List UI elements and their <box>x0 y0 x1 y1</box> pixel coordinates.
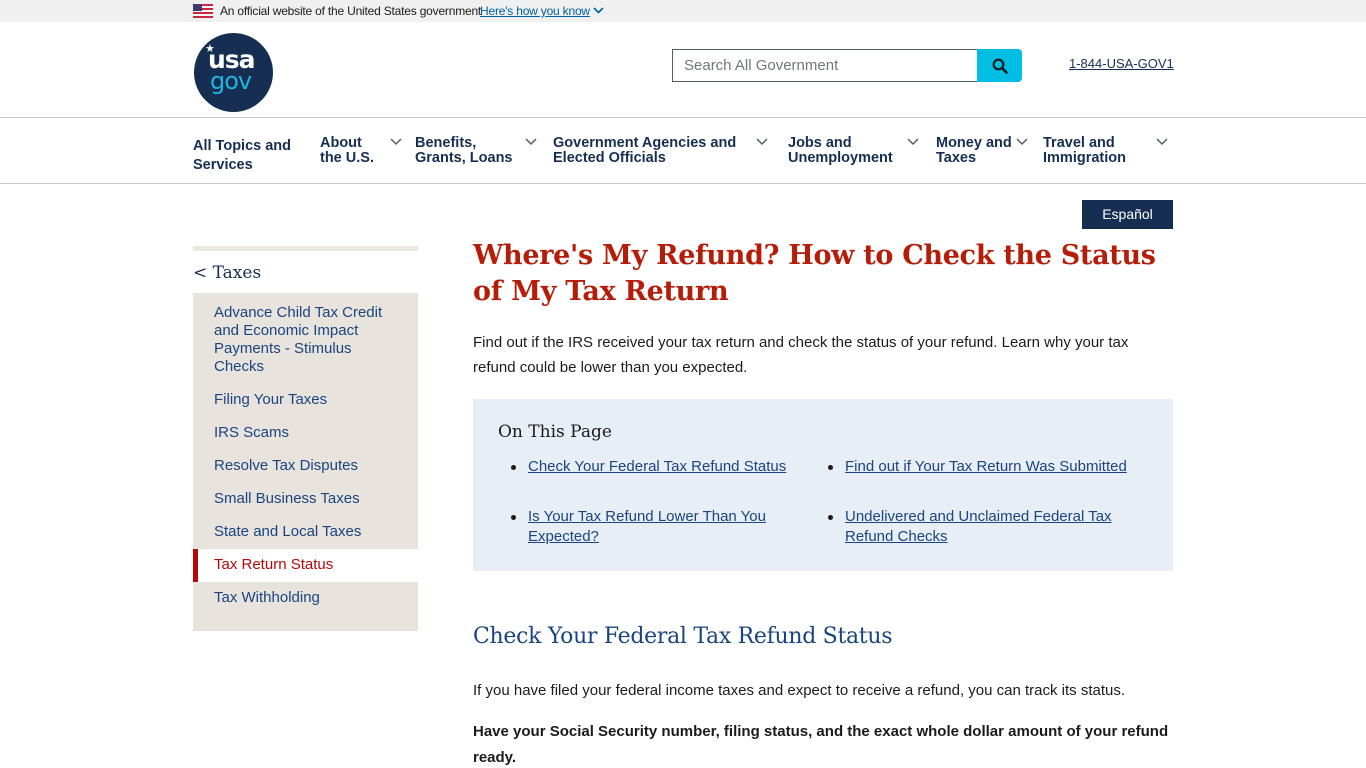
sidebar-back-taxes[interactable]: < Taxes <box>193 263 418 293</box>
sidebar-list: Advance Child Tax Credit and Economic Im… <box>193 293 418 631</box>
on-this-page-box: On This Page Check Your Federal Tax Refu… <box>473 399 1173 571</box>
nav-label-line2: Grants, Loans <box>415 150 513 166</box>
chevron-down-icon <box>390 138 402 146</box>
chevron-down-icon <box>1016 138 1028 146</box>
sidebar-divider <box>193 246 418 251</box>
sidebar-item-resolve-tax-disputes[interactable]: Resolve Tax Disputes <box>193 450 418 483</box>
search-form <box>672 49 1022 82</box>
usagov-logo[interactable]: ★ usa gov <box>194 33 273 112</box>
main-content: Where's My Refund? How to Check the Stat… <box>473 238 1173 768</box>
site-header: ★ usa gov 1-844-USA-GOV1 <box>0 22 1366 118</box>
sidebar-item-state-local-taxes[interactable]: State and Local Taxes <box>193 516 418 549</box>
chevron-down-icon[interactable] <box>593 5 604 16</box>
nav-label-line2: Immigration <box>1043 150 1126 166</box>
main-nav: All Topics and Services About the U.S. B… <box>0 118 1366 184</box>
search-input[interactable] <box>672 49 978 82</box>
nav-label-line2: Unemployment <box>788 150 893 166</box>
nav-label-line2: Elected Officials <box>553 150 666 166</box>
status-paragraph: If you have filed your federal income ta… <box>473 682 1126 699</box>
espanol-button[interactable]: Español <box>1082 200 1173 229</box>
sidebar-nav: < Taxes Advance Child Tax Credit and Eco… <box>193 246 418 631</box>
nav-item-about[interactable]: About the U.S. <box>320 136 410 166</box>
nav-item-government-agencies[interactable]: Government Agencies and Elected Official… <box>553 136 768 166</box>
sidebar-item-filing-your-taxes[interactable]: Filing Your Taxes <box>193 384 418 417</box>
otp-link-find-out-submitted[interactable]: Find out if Your Tax Return Was Submitte… <box>828 457 1127 477</box>
sidebar-item-small-business-taxes[interactable]: Small Business Taxes <box>193 483 418 516</box>
nav-label-line1: All Topics and <box>193 138 292 154</box>
chevron-down-icon <box>907 138 919 146</box>
nav-label-line1: Government Agencies and <box>553 135 737 151</box>
nav-label-line1: the U.S. <box>320 150 374 166</box>
gov-banner: An official website of the United States… <box>0 0 1366 22</box>
otp-link-check-status[interactable]: Check Your Federal Tax Refund Status <box>510 457 786 477</box>
sidebar-item-tax-withholding[interactable]: Tax Withholding <box>193 582 418 615</box>
sidebar-item-tax-return-status[interactable]: Tax Return Status <box>193 549 418 582</box>
search-button[interactable] <box>977 49 1022 82</box>
otp-link-undelivered-checks[interactable]: Undelivered and Unclaimed Federal Tax Re… <box>828 507 1145 547</box>
search-icon <box>992 58 1008 74</box>
nav-label-line2: Services <box>193 157 253 173</box>
nav-item-travel[interactable]: Travel and Immigration <box>1043 136 1173 166</box>
nav-item-money-taxes[interactable]: Money and Taxes <box>936 136 1031 166</box>
nav-label-line1: Benefits, <box>415 135 477 151</box>
sidebar-item-irs-scams[interactable]: IRS Scams <box>193 417 418 450</box>
nav-item-jobs[interactable]: Jobs and Unemployment <box>788 136 920 166</box>
bold-requirements-paragraph: Have your Social Security number, filing… <box>473 723 1169 766</box>
phone-link[interactable]: 1-844-USA-GOV1 <box>1069 56 1174 71</box>
chevron-down-icon <box>756 138 768 146</box>
official-website-text: An official website of the United States… <box>220 4 482 18</box>
intro-paragraph: Find out if the IRS received your tax re… <box>473 334 1129 376</box>
section-heading-check-status: Check Your Federal Tax Refund Status <box>473 624 893 649</box>
sidebar-item-advance-child-tax-credit[interactable]: Advance Child Tax Credit and Economic Im… <box>193 293 418 384</box>
us-flag-icon <box>193 4 213 18</box>
page-title: Where's My Refund? How to Check the Stat… <box>473 240 1156 307</box>
chevron-down-icon <box>525 138 537 146</box>
how-you-know-link[interactable]: Here's how you know <box>480 4 590 18</box>
nav-item-benefits[interactable]: Benefits, Grants, Loans <box>415 136 540 166</box>
nav-item-all-topics[interactable]: All Topics and Services <box>193 137 291 175</box>
nav-label-line2: Taxes <box>936 150 977 166</box>
chevron-down-icon <box>1156 138 1168 146</box>
nav-label-line1: Jobs and <box>788 135 852 151</box>
nav-label-line1: Travel and <box>1043 135 1115 151</box>
otp-link-refund-lower[interactable]: Is Your Tax Refund Lower Than You Expect… <box>511 507 793 547</box>
logo-text-gov: gov <box>210 67 252 95</box>
on-this-page-heading: On This Page <box>498 422 612 442</box>
